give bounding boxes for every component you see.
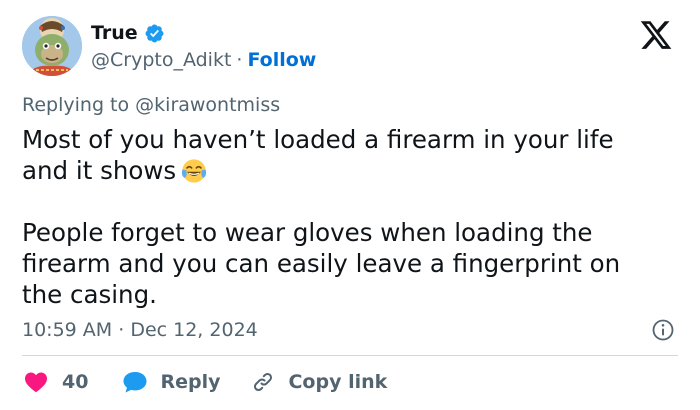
tweet-line-1: Most of you haven’t loaded a firearm in … bbox=[22, 125, 614, 185]
x-logo-icon[interactable] bbox=[636, 18, 676, 52]
like-count: 40 bbox=[62, 371, 89, 393]
author-display-name[interactable]: True bbox=[91, 21, 138, 45]
verified-badge-icon bbox=[145, 24, 164, 42]
tweet-date: Dec 12, 2024 bbox=[130, 319, 258, 341]
tweet-time: 10:59 AM bbox=[22, 319, 113, 341]
like-button[interactable]: 40 bbox=[24, 370, 122, 394]
copy-link-label: Copy link bbox=[288, 371, 388, 393]
tweet-text: Most of you haven’t loaded a firearm in … bbox=[22, 124, 662, 310]
meta-separator: · bbox=[118, 319, 125, 341]
link-icon bbox=[254, 372, 273, 392]
author-name-row: True bbox=[91, 21, 165, 45]
follow-button[interactable]: Follow bbox=[247, 48, 316, 72]
speech-bubble-icon bbox=[123, 372, 147, 393]
tweet-paragraph-1: Most of you haven’t loaded a firearm in … bbox=[22, 124, 662, 186]
handle-separator: · bbox=[236, 49, 243, 71]
tweet-paragraph-2: People forget to wear gloves when loadin… bbox=[22, 218, 621, 309]
replying-prefix: Replying to bbox=[22, 94, 136, 116]
author-handle[interactable]: @Crypto_Adikt bbox=[91, 48, 231, 72]
avatar[interactable] bbox=[22, 16, 82, 76]
tweet-card: True @Crypto_Adikt · Follow Replying to … bbox=[0, 0, 700, 410]
reply-button[interactable]: Reply bbox=[122, 370, 250, 394]
heart-icon bbox=[25, 372, 47, 393]
cartoon-ape-avatar-icon bbox=[22, 16, 82, 76]
replying-to-line: Replying to @kirawontmiss bbox=[22, 93, 280, 117]
replying-to-mention[interactable]: @kirawontmiss bbox=[135, 94, 280, 116]
tweet-timestamp[interactable]: 10:59 AM · Dec 12, 2024 bbox=[22, 318, 258, 342]
face-with-tears-of-joy-icon bbox=[182, 159, 207, 183]
action-bar: 40 Reply Copy link bbox=[24, 370, 387, 394]
copy-link-button[interactable]: Copy link bbox=[250, 370, 387, 394]
reply-label: Reply bbox=[160, 371, 221, 393]
author-handle-row: @Crypto_Adikt · Follow bbox=[91, 48, 316, 72]
info-icon[interactable] bbox=[651, 318, 675, 342]
divider bbox=[22, 355, 678, 356]
